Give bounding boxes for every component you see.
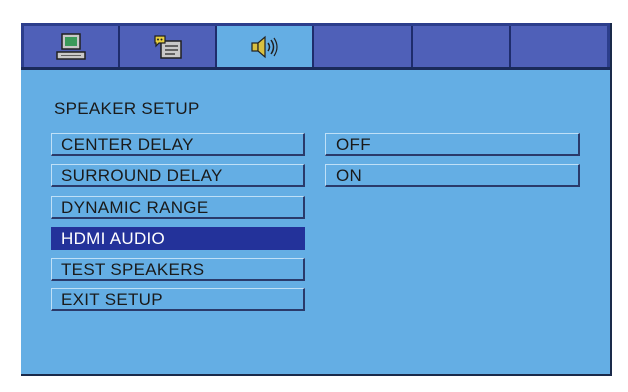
menu-item-hdmi-audio[interactable]: HDMI AUDIO xyxy=(51,227,305,250)
tab-bar xyxy=(21,23,610,70)
page-title: SPEAKER SETUP xyxy=(54,99,200,118)
setup-screen: SPEAKER SETUP CENTER DELAY SURROUND DELA… xyxy=(21,23,612,376)
menu-item-center-delay[interactable]: CENTER DELAY xyxy=(51,133,305,156)
tab-language-setup[interactable] xyxy=(120,26,217,67)
menu-item-test-speakers[interactable]: TEST SPEAKERS xyxy=(51,258,305,281)
menu-item-surround-delay[interactable]: SURROUND DELAY xyxy=(51,164,305,187)
tab-empty-6[interactable] xyxy=(511,26,607,67)
language-icon xyxy=(151,32,185,62)
tab-empty-5[interactable] xyxy=(413,26,511,67)
option-off[interactable]: OFF xyxy=(325,133,580,156)
menu-item-exit-setup[interactable]: EXIT SETUP xyxy=(51,288,305,311)
option-on[interactable]: ON xyxy=(325,164,580,187)
tab-empty-4[interactable] xyxy=(314,26,413,67)
monitor-icon xyxy=(55,32,87,62)
speaker-icon xyxy=(247,33,283,61)
tab-audio-setup[interactable] xyxy=(217,26,314,67)
tab-general-setup[interactable] xyxy=(24,26,120,67)
menu-item-dynamic-range[interactable]: DYNAMIC RANGE xyxy=(51,196,305,219)
